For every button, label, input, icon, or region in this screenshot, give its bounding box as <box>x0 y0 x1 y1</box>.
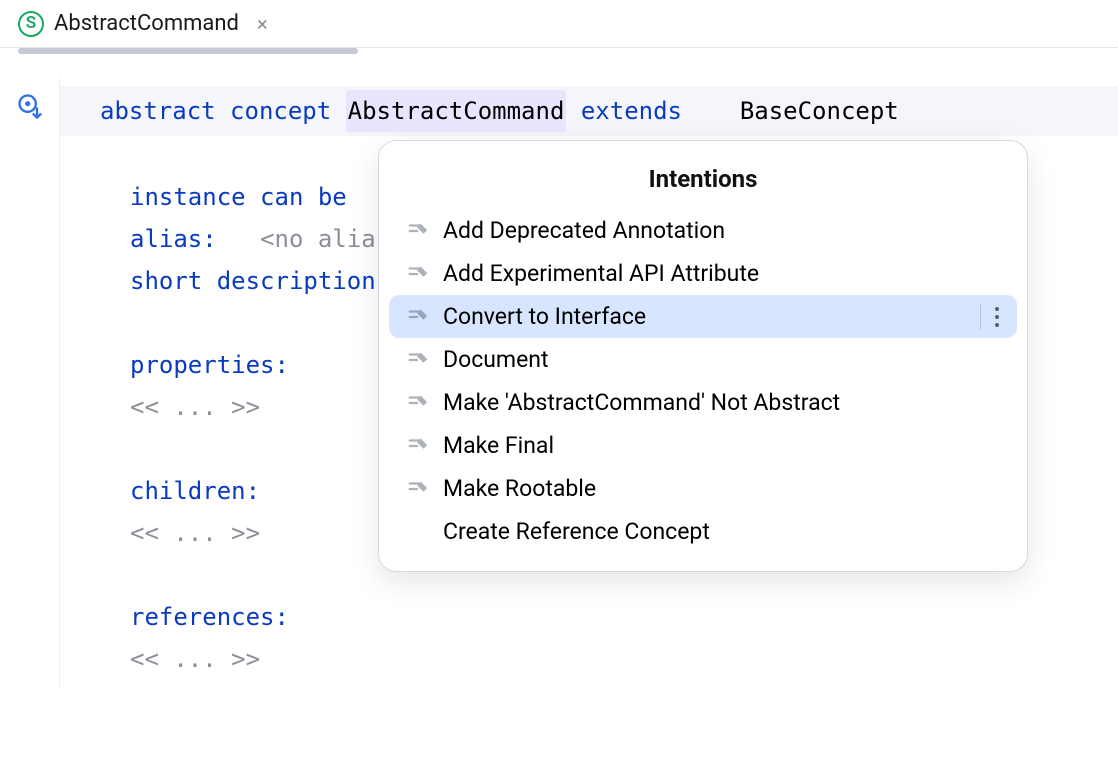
intention-label: Make Final <box>443 432 554 459</box>
intention-item[interactable]: Make 'AbstractCommand' Not Abstract <box>389 381 1017 424</box>
intention-label: Convert to Interface <box>443 303 646 330</box>
keyword-concept: concept <box>230 90 331 132</box>
intention-label: Make 'AbstractCommand' Not Abstract <box>443 389 840 416</box>
tab-title: AbstractCommand <box>54 11 239 36</box>
intention-item[interactable]: Add Deprecated Annotation <box>389 209 1017 252</box>
intention-icon <box>407 220 429 242</box>
tab-bar: S AbstractCommand × <box>0 0 1118 48</box>
intentions-popup: Intentions Add Deprecated AnnotationAdd … <box>378 140 1028 572</box>
tab-underline <box>18 48 358 54</box>
references-placeholder[interactable]: << ... >> <box>130 638 1118 680</box>
keyword-abstract: abstract <box>100 90 216 132</box>
concept-declaration-line[interactable]: abstract concept AbstractCommand extends… <box>60 86 1118 136</box>
gutter <box>0 78 60 688</box>
intention-icon <box>407 392 429 414</box>
shortdesc-label: short description <box>130 267 376 295</box>
close-icon[interactable]: × <box>253 8 272 40</box>
intention-icon <box>407 435 429 457</box>
base-concept[interactable]: BaseConcept <box>740 90 899 132</box>
intention-icon-none <box>407 521 429 543</box>
intention-icon <box>407 478 429 500</box>
intention-item[interactable]: Add Experimental API Attribute <box>389 252 1017 295</box>
keyword-extends: extends <box>581 90 682 132</box>
concept-name[interactable]: AbstractCommand <box>346 90 567 132</box>
alias-label: alias: <box>130 225 217 253</box>
section-references: references: <box>130 596 1118 638</box>
concept-icon-letter: S <box>26 15 36 32</box>
intention-icon <box>407 263 429 285</box>
editor-tab-abstractcommand[interactable]: S AbstractCommand <box>18 0 239 47</box>
more-options-icon[interactable] <box>980 304 999 330</box>
instance-label: instance can be <box>130 183 347 211</box>
intention-icon <box>407 306 429 328</box>
intention-label: Add Deprecated Annotation <box>443 217 725 244</box>
intentions-title: Intentions <box>389 165 1017 193</box>
intention-label: Add Experimental API Attribute <box>443 260 759 287</box>
intention-item[interactable]: Document <box>389 338 1017 381</box>
intention-item[interactable]: Convert to Interface <box>389 295 1017 338</box>
concept-icon: S <box>18 11 44 37</box>
intention-icon <box>407 349 429 371</box>
intention-item[interactable]: Make Rootable <box>389 467 1017 510</box>
intention-label: Make Rootable <box>443 475 596 502</box>
intention-label: Create Reference Concept <box>443 518 710 545</box>
intentions-list: Add Deprecated Annotation Add Experimenta… <box>389 209 1017 553</box>
intention-item[interactable]: Create Reference Concept <box>389 510 1017 553</box>
intention-label: Document <box>443 346 549 373</box>
intention-item[interactable]: Make Final <box>389 424 1017 467</box>
intention-bulb-icon[interactable] <box>16 92 44 120</box>
